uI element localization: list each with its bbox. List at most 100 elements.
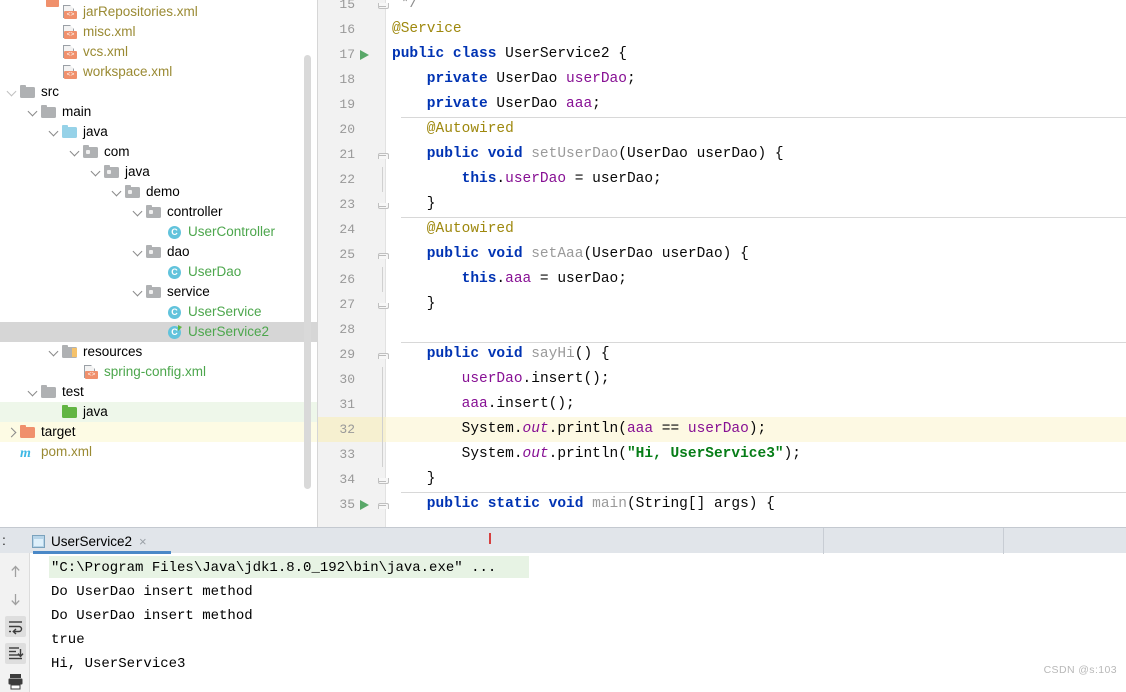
tree-item-java[interactable]: java — [0, 402, 318, 422]
chevron-down-icon[interactable] — [27, 102, 40, 122]
tree-twisty-spacer — [6, 442, 19, 462]
editor-line-28[interactable]: 28 — [318, 317, 1126, 342]
tree-item-usercontroller[interactable]: C UserController — [0, 222, 318, 242]
tree-item-label: java — [83, 404, 108, 419]
chevron-down-icon[interactable] — [27, 382, 40, 402]
fold-marker-icon[interactable] — [378, 251, 389, 260]
tree-twisty-spacer — [153, 262, 166, 282]
tree-item-userservice2[interactable]: C UserService2 — [0, 322, 318, 342]
editor-line-16[interactable]: 16 @Service — [318, 17, 1126, 42]
line-number: 16 — [339, 22, 355, 37]
editor-line-33[interactable]: 33 System.out.println("Hi, UserService3"… — [318, 442, 1126, 467]
fold-marker-icon[interactable] — [378, 501, 389, 510]
soft-wrap-icon[interactable] — [5, 616, 26, 637]
editor-line-22[interactable]: 22 this.userDao = userDao; — [318, 167, 1126, 192]
tree-item-resources[interactable]: resources — [0, 342, 318, 362]
editor-line-29[interactable]: 29 public void sayHi() { — [318, 342, 1126, 367]
editor-line-34[interactable]: 34 } — [318, 467, 1126, 492]
chevron-down-icon[interactable] — [132, 242, 145, 262]
tree-item-java[interactable]: java — [0, 162, 318, 182]
fold-marker-icon[interactable] — [378, 301, 389, 310]
editor-line-20[interactable]: 20 @Autowired — [318, 117, 1126, 142]
tree-item-com[interactable]: com — [0, 142, 318, 162]
code-text: aaa.insert(); — [461, 396, 575, 412]
line-number: 34 — [339, 472, 355, 487]
chevron-down-icon[interactable] — [48, 122, 61, 142]
editor-line-19[interactable]: 19 private UserDao aaa; — [318, 92, 1126, 117]
tree-item-dao[interactable]: dao — [0, 242, 318, 262]
tree-item-misc-xml[interactable]: <> misc.xml — [0, 22, 318, 42]
scroll-to-end-icon[interactable] — [5, 643, 26, 664]
tree-item-spring-config-xml[interactable]: <> spring-config.xml — [0, 362, 318, 382]
tree-item-pom-xml[interactable]: m pom.xml — [0, 442, 318, 462]
tree-item-target[interactable]: target — [0, 422, 318, 442]
chevron-right-icon[interactable] — [6, 422, 19, 442]
run-tool-window[interactable]: : UserService2 × "C:\Program Files\Java\… — [0, 527, 1126, 692]
project-tree-scrollbar[interactable] — [304, 55, 311, 489]
chevron-down-icon[interactable] — [132, 282, 145, 302]
tree-item-test[interactable]: test — [0, 382, 318, 402]
editor-line-32[interactable]: 32 System.out.println(aaa == userDao); — [318, 417, 1126, 442]
editor-line-27[interactable]: 27 } — [318, 292, 1126, 317]
tree-item-label: java — [83, 124, 108, 139]
tree-item-controller[interactable]: controller — [0, 202, 318, 222]
run-gutter-icon[interactable] — [360, 50, 369, 60]
editor-line-23[interactable]: 23 } — [318, 192, 1126, 217]
tree-item-jarrepositories-xml[interactable]: <> jarRepositories.xml — [0, 2, 318, 22]
editor-line-17[interactable]: 17 public class UserService2 { — [318, 42, 1126, 67]
tree-item-vcs-xml[interactable]: <> vcs.xml — [0, 42, 318, 62]
chevron-down-icon[interactable] — [6, 82, 19, 102]
close-icon[interactable]: × — [139, 534, 147, 549]
up-arrow-icon[interactable] — [5, 561, 26, 582]
tree-twisty-spacer — [69, 362, 82, 382]
run-gutter-icon[interactable] — [360, 500, 369, 510]
code-text: System.out.println("Hi, UserService3"); — [392, 446, 802, 462]
console-tab-bar[interactable]: : UserService2 × — [0, 527, 1126, 554]
editor-line-18[interactable]: 18 private UserDao userDao; — [318, 67, 1126, 92]
tree-item-service[interactable]: service — [0, 282, 318, 302]
code-editor[interactable]: 15 */ 16 @Service 17 public class UserServic… — [318, 0, 1126, 527]
console-output[interactable]: "C:\Program Files\Java\jdk1.8.0_192\bin\… — [31, 553, 1126, 692]
editor-line-25[interactable]: 25 public void setAaa(UserDao userDao) { — [318, 242, 1126, 267]
editor-line-21[interactable]: 21 public void setUserDao(UserDao userDa… — [318, 142, 1126, 167]
print-icon[interactable] — [5, 671, 26, 692]
console-toolbar[interactable] — [0, 553, 30, 692]
tree-item-main[interactable]: main — [0, 102, 318, 122]
editor-line-30[interactable]: 30 userDao.insert(); — [318, 367, 1126, 392]
fold-marker-icon[interactable] — [378, 151, 389, 160]
code-text: this.aaa = userDao; — [392, 271, 627, 287]
fold-marker-icon[interactable] — [378, 201, 389, 210]
tree-item-demo[interactable]: demo — [0, 182, 318, 202]
folder-package-icon — [124, 184, 141, 200]
tree-item-java[interactable]: java — [0, 122, 318, 142]
tree-item-workspace-xml[interactable]: <> workspace.xml — [0, 62, 318, 82]
chevron-down-icon[interactable] — [48, 342, 61, 362]
code-text: public static void main(String[] args) { — [392, 496, 775, 512]
tree-item-userservice[interactable]: C UserService — [0, 302, 318, 322]
chevron-down-icon[interactable] — [90, 162, 103, 182]
editor-line-31[interactable]: 31 aaa.insert(); — [318, 392, 1126, 417]
chevron-down-icon[interactable] — [111, 182, 124, 202]
line-number: 30 — [339, 372, 355, 387]
fold-marker-icon[interactable] — [378, 476, 389, 485]
project-tool-window[interactable]: <> jarRepositories.xml <> misc.xml <> vcs.xml… — [0, 0, 318, 527]
fold-marker-icon[interactable] — [378, 1, 389, 10]
line-number: 21 — [339, 147, 355, 162]
fold-marker-icon[interactable] — [378, 351, 389, 360]
editor-line-26[interactable]: 26 this.aaa = userDao; — [318, 267, 1126, 292]
tree-item-userdao[interactable]: C UserDao — [0, 262, 318, 282]
editor-line-24[interactable]: 24 @Autowired — [318, 217, 1126, 242]
down-arrow-icon[interactable] — [5, 589, 26, 610]
editor-line-35[interactable]: 35 public static void main(String[] args… — [318, 492, 1126, 517]
editor-line-15[interactable]: 15 */ — [318, 0, 1126, 17]
line-number: 19 — [339, 97, 355, 112]
chevron-down-icon[interactable] — [69, 142, 82, 162]
tree-item-src[interactable]: src — [0, 82, 318, 102]
chevron-down-icon[interactable] — [132, 202, 145, 222]
tree-item-label: com — [104, 144, 130, 159]
